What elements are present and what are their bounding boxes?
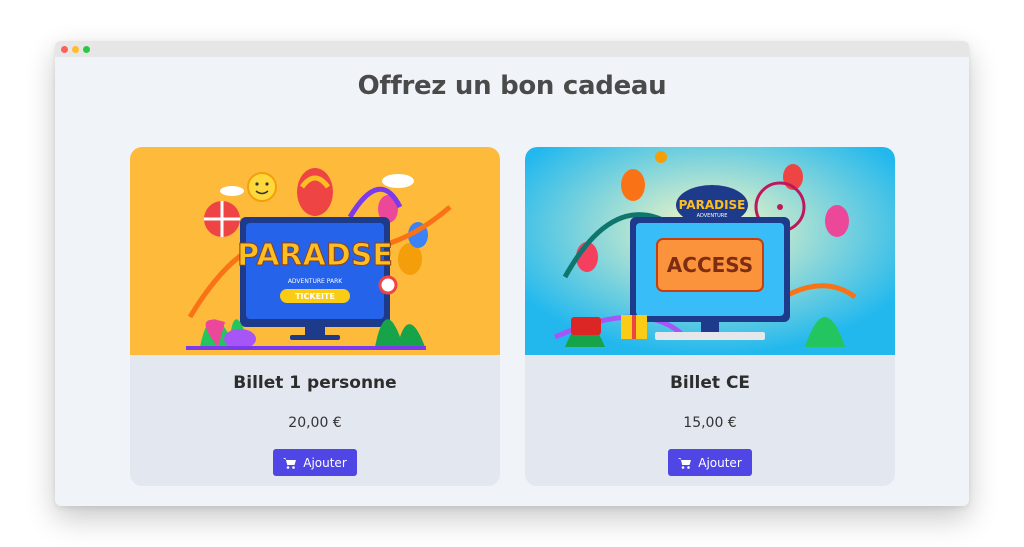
maximize-window-icon[interactable] <box>83 45 90 53</box>
product-card-billet-1-personne: PARADSE ADVENTURE PARK TICKEITE Billet 1… <box>130 147 500 486</box>
minimize-window-icon[interactable] <box>72 45 79 53</box>
add-button-label: Ajouter <box>303 455 347 470</box>
shopping-cart-icon <box>678 457 692 469</box>
add-to-cart-button[interactable]: Ajouter <box>273 449 357 476</box>
svg-text:ADVENTURE PARK: ADVENTURE PARK <box>288 278 343 285</box>
svg-text:PARADISE: PARADISE <box>679 198 746 212</box>
product-card-billet-ce: PARADISE ADVENTURE ACCESS Billet CE 15,0… <box>525 147 895 486</box>
close-window-icon[interactable] <box>61 45 68 53</box>
shopping-cart-icon <box>283 457 297 469</box>
product-price: 20,00 € <box>288 415 342 431</box>
product-name: Billet CE <box>669 373 751 393</box>
product-name: Billet 1 personne <box>233 373 397 393</box>
page-title: Offrez un bon cadeau <box>357 71 667 101</box>
add-to-cart-button[interactable]: Ajouter <box>668 449 752 476</box>
svg-text:TICKEITE: TICKEITE <box>295 292 335 301</box>
product-image-paradise-access[interactable]: PARADISE ADVENTURE ACCESS <box>525 147 895 355</box>
add-button-label: Ajouter <box>698 455 742 470</box>
window-titlebar <box>55 41 969 57</box>
svg-text:ACCESS: ACCESS <box>667 253 753 277</box>
product-price: 15,00 € <box>683 415 737 431</box>
product-image-paradise-tickets[interactable]: PARADSE ADVENTURE PARK TICKEITE <box>130 147 500 355</box>
browser-window: Offrez un bon cadeau PARADSE ADVENTURE P… <box>55 41 969 506</box>
svg-text:PARADSE: PARADSE <box>237 238 393 273</box>
